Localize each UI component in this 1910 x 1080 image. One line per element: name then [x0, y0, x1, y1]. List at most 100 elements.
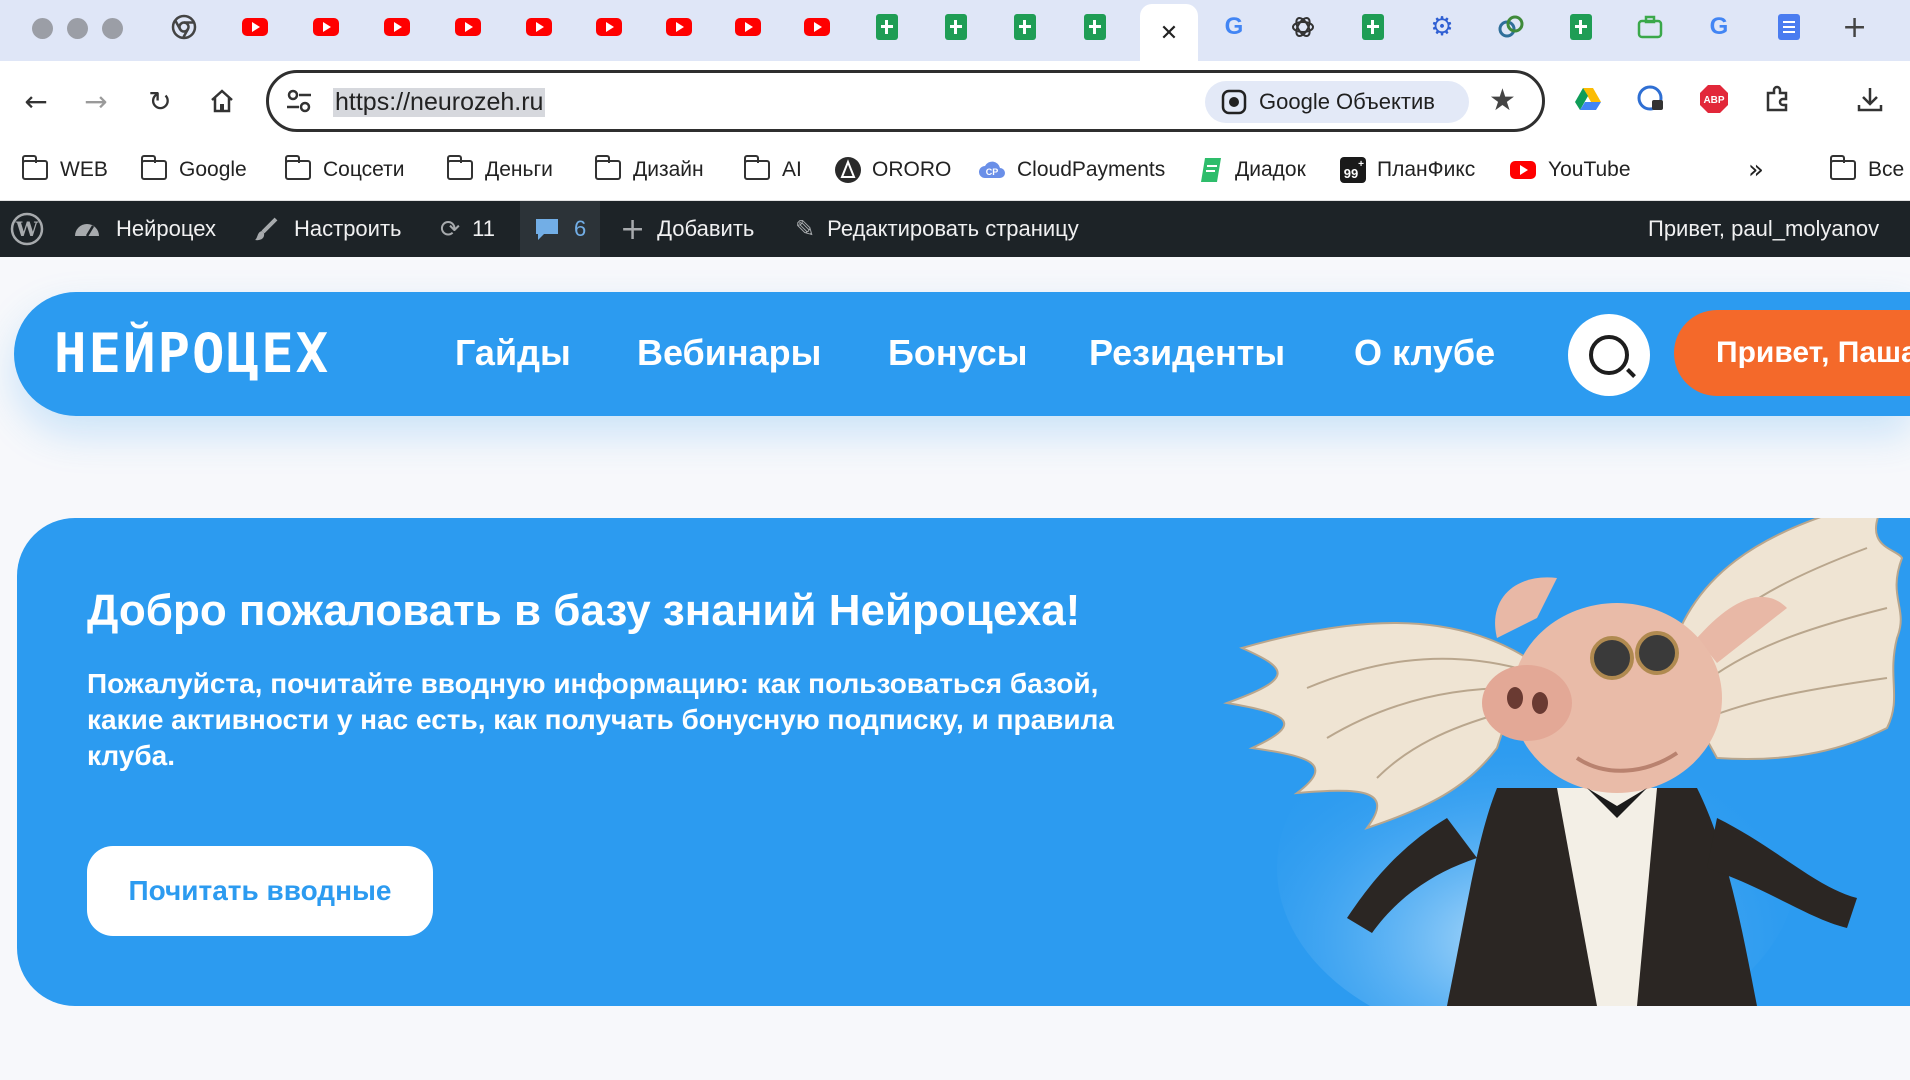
bookmark-all[interactable]: Все — [1829, 153, 1904, 187]
tab-youtube-1[interactable] — [238, 12, 272, 42]
wp-comments-count: 6 — [574, 216, 587, 241]
tab-google-2[interactable]: G — [1702, 12, 1736, 42]
extensions-button[interactable] — [1759, 81, 1795, 117]
url-text[interactable]: https://neurozeh.ru — [333, 88, 546, 117]
tab-google-1[interactable]: G — [1217, 12, 1251, 42]
tab-sheets-2[interactable] — [939, 12, 973, 42]
youtube-icon — [804, 18, 830, 36]
read-intro-button[interactable]: Почитать вводные — [87, 846, 433, 936]
new-tab-button[interactable]: + — [1842, 10, 1867, 45]
bookmark-socials[interactable]: Соцсети — [284, 153, 404, 187]
tab-youtube-2[interactable] — [309, 12, 343, 42]
svg-text:CP: CP — [986, 167, 999, 177]
wp-site-name[interactable]: Нейроцех — [72, 201, 216, 257]
wp-account[interactable]: Привет, paul_molyanov — [1648, 201, 1879, 257]
tab-youtube-5[interactable] — [522, 12, 556, 42]
back-button[interactable]: ← — [18, 83, 54, 119]
tab-sheets-1[interactable] — [870, 12, 904, 42]
home-button[interactable] — [204, 83, 240, 119]
tab-sheets-6[interactable] — [1564, 12, 1598, 42]
wp-add-new[interactable]: + Добавить — [620, 201, 754, 257]
bookmark-web[interactable]: WEB — [21, 153, 108, 187]
tab-docs[interactable] — [1772, 12, 1806, 42]
nav-about[interactable]: О клубе — [1354, 332, 1495, 374]
wp-add-label: Добавить — [657, 216, 755, 241]
bookmark-cloudpayments[interactable]: CP CloudPayments — [977, 153, 1165, 187]
extension-password[interactable] — [1633, 81, 1669, 117]
site-settings-icon[interactable] — [285, 87, 313, 115]
youtube-icon — [526, 18, 552, 36]
extension-adblock[interactable]: ABP — [1696, 81, 1732, 117]
address-bar[interactable]: https://neurozeh.ru Google Объектив ★ — [266, 70, 1545, 132]
wordpress-icon: W — [10, 212, 44, 246]
forward-button[interactable]: → — [78, 83, 114, 119]
bookmarks-bar: WEB Google Соцсети Деньги Дизайн AI OROR… — [0, 141, 1910, 201]
tab-briefcase[interactable] — [1633, 12, 1667, 42]
bookmark-google[interactable]: Google — [140, 153, 247, 187]
nav-guides[interactable]: Гайды — [455, 332, 571, 374]
tab-youtube-3[interactable] — [380, 12, 414, 42]
tab-sheets-4[interactable] — [1078, 12, 1112, 42]
bookmark-youtube[interactable]: YouTube — [1510, 153, 1631, 187]
tab-youtube-8[interactable] — [731, 12, 765, 42]
bookmark-ai[interactable]: AI — [743, 153, 802, 187]
site-search-button[interactable] — [1568, 314, 1650, 396]
bookmark-label: Деньги — [485, 158, 553, 181]
nav-webinars[interactable]: Вебинары — [637, 332, 821, 374]
close-window-button[interactable] — [32, 18, 53, 39]
hero-title: Добро пожаловать в базу знаний Нейроцеха… — [87, 586, 1081, 635]
bookmark-planfix[interactable]: 99 + ПланФикс — [1339, 153, 1475, 187]
refresh-icon: ⟳ — [440, 215, 461, 243]
google-lens-label: Google Объектив — [1259, 89, 1435, 114]
folder-icon — [140, 155, 167, 180]
svg-text:99: 99 — [1344, 166, 1358, 181]
svg-text:W: W — [15, 217, 39, 241]
tab-sheets-3[interactable] — [1008, 12, 1042, 42]
extension-drive[interactable] — [1570, 81, 1606, 117]
browser-toolbar: ← → ↻ https://neurozeh.ru Google Объекти… — [0, 61, 1910, 141]
wp-customize[interactable]: Настроить — [252, 201, 402, 257]
bookmark-star-icon[interactable]: ★ — [1489, 83, 1516, 118]
chrome-icon — [171, 14, 197, 40]
youtube-icon — [384, 18, 410, 36]
nav-bonuses[interactable]: Бонусы — [888, 332, 1028, 374]
tab-link[interactable] — [1494, 12, 1528, 42]
briefcase-icon — [1637, 15, 1663, 39]
bookmark-design[interactable]: Дизайн — [594, 153, 704, 187]
tab-youtube-4[interactable] — [451, 12, 485, 42]
youtube-icon — [1510, 161, 1536, 179]
adblock-icon: ABP — [1700, 85, 1728, 113]
nav-residents[interactable]: Резиденты — [1089, 332, 1285, 374]
tab-settings[interactable]: ⚙ — [1425, 12, 1459, 42]
tab-youtube-9[interactable] — [800, 12, 834, 42]
wp-updates[interactable]: ⟳ 11 — [440, 201, 495, 257]
folder-icon — [284, 155, 311, 180]
chevron-double-right-icon: » — [1748, 155, 1764, 185]
wp-logo-menu[interactable]: W — [10, 201, 44, 257]
wp-comments[interactable]: 6 — [520, 201, 601, 257]
bookmark-ororo[interactable]: ORORO — [834, 153, 951, 187]
tab-chrome[interactable] — [167, 12, 201, 42]
tab-openai[interactable] — [1286, 12, 1320, 42]
tab-youtube-6[interactable] — [592, 12, 626, 42]
reload-button[interactable]: ↻ — [142, 83, 178, 119]
google-lens-button[interactable]: Google Объектив — [1205, 81, 1469, 123]
bookmark-money[interactable]: Деньги — [446, 153, 553, 187]
account-button[interactable]: Привет, Паша — [1674, 310, 1910, 396]
youtube-icon — [596, 18, 622, 36]
tab-active[interactable]: ✕ — [1140, 4, 1198, 61]
zoom-window-button[interactable] — [102, 18, 123, 39]
bookmarks-overflow-button[interactable]: » — [1748, 153, 1764, 187]
downloads-button[interactable] — [1852, 81, 1888, 117]
site-logo[interactable]: НЕЙРОЦЕХ — [54, 322, 330, 385]
link-icon — [1498, 15, 1524, 38]
bookmark-diadoc[interactable]: Диадок — [1199, 153, 1306, 187]
minimize-window-button[interactable] — [67, 18, 88, 39]
hero-text: Пожалуйста, почитайте вводную информацию… — [87, 668, 1114, 771]
wp-edit-page[interactable]: ✎ Редактировать страницу — [795, 201, 1079, 257]
tab-sheets-5[interactable] — [1356, 12, 1390, 42]
svg-text:ABP: ABP — [1703, 95, 1724, 106]
bookmark-label: CloudPayments — [1017, 158, 1166, 181]
close-icon[interactable]: ✕ — [1160, 20, 1178, 46]
tab-youtube-7[interactable] — [662, 12, 696, 42]
